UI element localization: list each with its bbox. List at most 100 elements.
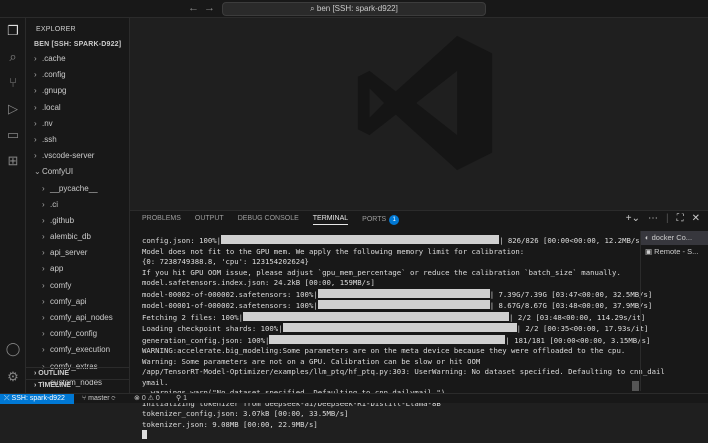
tree-item[interactable]: › comfy	[26, 278, 129, 294]
line-text: Model does not fit to the GPU mem. We ap…	[142, 246, 525, 256]
terminal-output[interactable]: config.json: 100%| | 826/826 [00:00<00:00…	[142, 235, 665, 443]
more-icon[interactable]: ⋯	[648, 213, 658, 224]
terminal-line: Model does not fit to the GPU mem. We ap…	[142, 247, 632, 258]
tree-item-label: .github	[50, 215, 75, 225]
terminal-line: ymail.	[142, 378, 632, 389]
chevron-right-icon: ›	[42, 280, 45, 290]
tree-item-label: .local	[42, 102, 61, 112]
terminal-line: model-00001-of-000002.safetensors: 100%|…	[142, 300, 652, 312]
maximize-icon[interactable]: ⛶	[677, 213, 684, 224]
terminal-line: Warning: Some parameters are not on a GP…	[142, 357, 632, 368]
editor-area	[130, 18, 708, 210]
command-center-search[interactable]: ⌕ ben [SSH: spark-d922]	[222, 2, 486, 16]
account-icon[interactable]: ◯	[4, 340, 22, 358]
chevron-right-icon: ›	[42, 199, 45, 209]
tab-label: OUTPUT	[194, 215, 224, 222]
line-progress-stats: | 826/826 [00:00<00:00, 12.2MB/s]	[499, 236, 645, 245]
tree-item-label: comfy_api	[50, 296, 87, 306]
errors-count: 0	[141, 395, 146, 402]
tree-item-label: api_server	[50, 248, 88, 258]
tree-item[interactable]: ⌄ComfyUI	[26, 164, 129, 180]
source-control-icon[interactable]: ⑂	[4, 74, 22, 92]
tree-item[interactable]: › .cache	[26, 51, 129, 67]
tree-item[interactable]: › alembic_db	[26, 229, 129, 245]
tree-item-label: comfy_api_nodes	[50, 313, 113, 322]
tree-item[interactable]: › .config	[26, 67, 129, 83]
progress-bar	[269, 334, 506, 344]
tree-item[interactable]: › .nv	[26, 116, 129, 132]
tree-item-label: .cache	[42, 54, 66, 63]
chevron-right-icon: ›	[34, 118, 37, 128]
terminal-item-remote[interactable]: ▣ Remote - S...	[641, 245, 708, 259]
tree-item-label: .nv	[42, 118, 53, 128]
terminal-line: WARNING:accelerate.big_modeling:Some par…	[142, 346, 632, 357]
line-text: tokenizer.json: 9.08MB [00:00, 22.9MB/s]	[142, 419, 318, 429]
tab-debug-console[interactable]: DEBUG CONSOLE	[238, 215, 299, 225]
outline-section[interactable]: › OUTLINE	[26, 367, 129, 379]
outline-label: OUTLINE	[38, 370, 70, 377]
terminal-scrollbar[interactable]	[632, 381, 639, 391]
terminal-item-docker[interactable]: ◐ docker Co...	[641, 231, 708, 245]
terminal-line: generation_config.json: 100%| | 181/181 […	[142, 334, 650, 347]
terminal-list: ◐ docker Co... ▣ Remote - S...	[640, 231, 708, 391]
timeline-section[interactable]: › TIMELINE	[26, 379, 129, 391]
tree-item[interactable]: › comfy_execution	[26, 342, 129, 358]
line-progress-stats: | 8.67G/8.67G [03:48<00:00, 37.9MB/s]	[489, 301, 653, 310]
ports-badge: 1	[389, 215, 400, 225]
new-terminal-icon[interactable]: +⌄	[626, 213, 640, 224]
chevron-right-icon: ›	[42, 345, 45, 355]
tree-item[interactable]: › api_server	[26, 245, 129, 261]
back-button[interactable]: ←	[188, 2, 199, 14]
gear-icon[interactable]: ⚙	[4, 368, 22, 386]
terminal-line: {0: 7238749388.8, 'cpu': 123154202624}	[142, 257, 632, 268]
tab-problems[interactable]: PROBLEMS	[142, 215, 181, 225]
search-icon[interactable]: ⌕	[4, 48, 22, 66]
tree-item[interactable]: › comfy_api_nodes	[26, 310, 129, 326]
workspace-root[interactable]: BEN [SSH: SPARK-D922]	[34, 41, 121, 48]
line-progress-stats: | 2/2 [03:48<00:00, 114.29s/it]	[509, 312, 646, 322]
forward-button[interactable]: →	[204, 2, 215, 14]
ports-count: 1	[183, 395, 187, 402]
tree-item[interactable]: › .vscode-server	[26, 148, 129, 164]
line-text: Loading checkpoint shards: 100%|	[142, 324, 283, 333]
progress-bar	[317, 288, 490, 298]
tab-output[interactable]: OUTPUT	[195, 215, 224, 225]
line-text: /app/TensorRT-Model-Optimizer/examples/l…	[142, 367, 665, 376]
timeline-label: TIMELINE	[38, 382, 71, 389]
line-progress-stats: | 7.39G/7.39G [03:47<00:00, 32.5MB/s]	[489, 289, 653, 299]
terminal-line: /app/TensorRT-Model-Optimizer/examples/l…	[142, 367, 665, 378]
vscode-logo-watermark	[357, 35, 493, 171]
warnings-count: 0	[155, 395, 160, 402]
extensions-icon[interactable]: ⊞	[4, 152, 22, 170]
tree-item[interactable]: › .github	[26, 213, 129, 229]
tree-item[interactable]: › .ci	[26, 197, 129, 213]
tree-item[interactable]: › comfy_config	[26, 326, 129, 342]
terminal-line: Fetching 2 files: 100%| | 2/2 [03:48<00:0…	[142, 311, 645, 324]
chevron-right-icon: ›	[42, 296, 45, 306]
line-progress-stats: | 2/2 [00:35<00:00, 17.93s/it]	[516, 324, 649, 333]
remote-label: SSH: spark-d922	[11, 395, 65, 402]
tree-item[interactable]: › .gnupg	[26, 83, 129, 99]
run-debug-icon[interactable]: ▷	[4, 100, 22, 118]
tree-item[interactable]: › __pycache__	[26, 181, 129, 197]
tree-item-label: app	[50, 264, 64, 274]
tree-item[interactable]: › .local	[26, 100, 129, 116]
tree-item[interactable]: › comfy_api	[26, 294, 129, 310]
tab-ports[interactable]: PORTS 1	[362, 215, 400, 225]
tab-label: DEBUG CONSOLE	[237, 215, 299, 222]
tab-label: PROBLEMS	[142, 215, 181, 222]
chevron-right-icon: ›	[34, 86, 37, 96]
files-icon[interactable]: ❐	[4, 22, 22, 40]
tree-item-label: comfy_execution	[50, 345, 111, 355]
close-icon[interactable]: ✕	[692, 213, 700, 224]
tab-label: PORTS	[362, 216, 387, 223]
remote-explorer-icon[interactable]: ▭	[4, 126, 22, 144]
terminal-line: model.safetensors.index.json: 24.2kB [00…	[142, 278, 632, 289]
panel-actions: +⌄ ⋯ | ⛶ ✕	[625, 213, 700, 224]
tab-terminal[interactable]: TERMINAL	[312, 215, 349, 225]
tree-item[interactable]: › .ssh	[26, 132, 129, 148]
tree-item[interactable]: › app	[26, 261, 129, 277]
title-bar: ← → ⌕ ben [SSH: spark-d922]	[0, 0, 708, 18]
line-text: {0: 7238749388.8, 'cpu': 123154202624}	[142, 257, 309, 266]
line-text: WARNING:accelerate.big_modeling:Some par…	[142, 346, 626, 355]
